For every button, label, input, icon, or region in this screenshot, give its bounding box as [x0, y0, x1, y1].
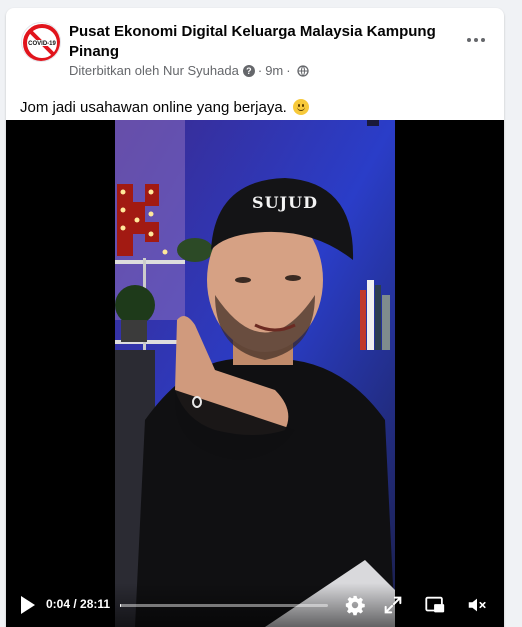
- duration: 28:11: [80, 597, 111, 611]
- beanie-text: SUJUD: [252, 193, 318, 212]
- ellipsis-icon: [467, 38, 471, 42]
- smile-emoji-icon: [293, 99, 310, 115]
- meta-separator-2: ·: [286, 63, 291, 78]
- post-card: COVID-19 Pusat Ekonomi Digital Keluarga …: [6, 8, 504, 627]
- question-icon[interactable]: ?: [242, 65, 255, 77]
- video-frame[interactable]: SUJUD: [115, 120, 395, 627]
- video-still: SUJUD: [115, 120, 395, 627]
- post-message: Jom jadi usahawan online yang berjaya.: [20, 99, 287, 116]
- time-separator: /: [70, 597, 81, 611]
- video-controls: 0:04 / 28:11: [6, 583, 504, 627]
- video-player[interactable]: SUJUD 0:04 / 28:11: [6, 120, 504, 627]
- globe-icon[interactable]: [296, 65, 309, 77]
- mute-icon[interactable]: [466, 594, 488, 616]
- progress-fill: [120, 604, 122, 607]
- settings-icon[interactable]: [344, 594, 366, 616]
- more-options-button[interactable]: [462, 30, 490, 50]
- fullscreen-icon[interactable]: [382, 594, 404, 616]
- progress-bar[interactable]: [120, 604, 328, 607]
- avatar[interactable]: COVID-19: [21, 22, 61, 62]
- author-name[interactable]: Nur Syuhada: [163, 63, 239, 79]
- current-time: 0:04: [46, 597, 71, 611]
- avatar-text: COVID-19: [28, 41, 56, 47]
- post-time[interactable]: 9m: [265, 63, 283, 79]
- video-time: 0:04 / 28:11: [46, 597, 110, 611]
- play-icon[interactable]: [19, 595, 37, 615]
- post-header: COVID-19 Pusat Ekonomi Digital Keluarga …: [6, 8, 504, 90]
- meta-separator: ·: [257, 63, 263, 78]
- post-meta: Diterbitkan oleh Nur Syuhada ? · 9m ·: [69, 63, 309, 79]
- picture-in-picture-icon[interactable]: [424, 594, 446, 616]
- page-name[interactable]: Pusat Ekonomi Digital Keluarga Malaysia …: [69, 22, 439, 62]
- published-by-label: Diterbitkan oleh: [69, 63, 160, 78]
- post-text: Jom jadi usahawan online yang berjaya.: [20, 98, 310, 118]
- no-covid-icon: COVID-19: [23, 24, 60, 61]
